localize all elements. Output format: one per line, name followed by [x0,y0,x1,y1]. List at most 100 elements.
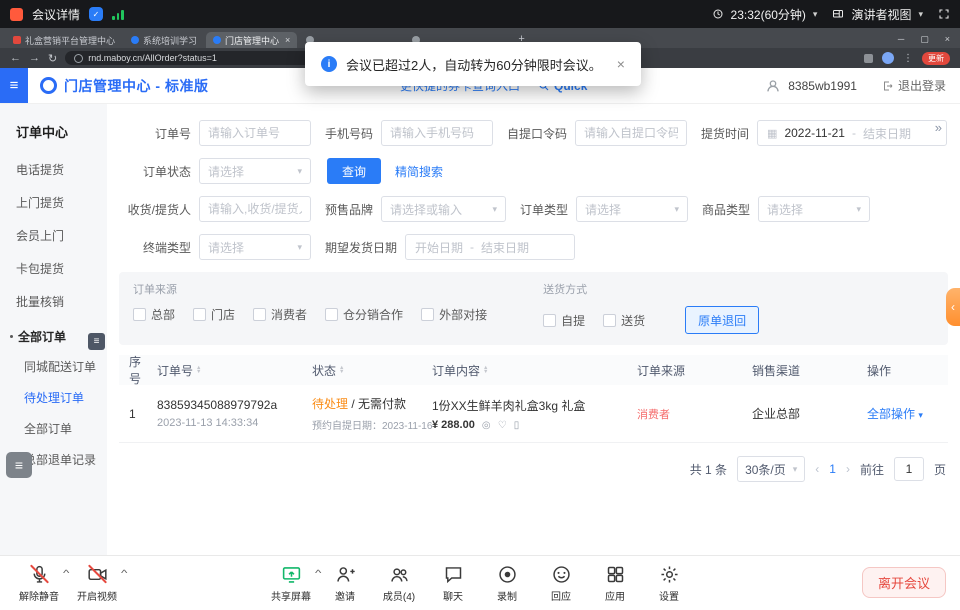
invite-button[interactable]: 邀请 [318,564,372,603]
leave-meeting-button[interactable]: 离开会议 [862,567,946,598]
logout-button[interactable]: 退出登录 [882,77,946,94]
sidebar-item-phone-pickup[interactable]: 电话提货 [0,153,107,186]
checkbox-distribution[interactable]: 仓分销合作 [325,306,403,323]
chevron-down-icon: ▾ [297,166,302,177]
all-actions-dropdown[interactable]: 全部操作 ▾ [867,407,923,421]
sidebar-item-batch-verify[interactable]: 批量核销 [0,285,107,318]
checkbox-external[interactable]: 外部对接 [421,306,487,323]
browser-update-button[interactable]: 更新 [922,52,950,65]
column-content[interactable]: 订单内容▲▼ [432,362,637,379]
page-number-current[interactable]: 1 [829,462,836,476]
sidebar-item-city-delivery-orders[interactable]: 同城配送订单 [0,351,107,382]
pagination: 共 1 条 30条/页 ▾ ‹ 1 › 前往 页 [119,456,948,482]
chat-label: 聊天 [443,588,463,603]
view-mode-button[interactable]: 演讲者视图 [851,6,911,23]
checkbox-consumer[interactable]: 消费者 [253,306,307,323]
column-status[interactable]: 状态▲▼ [312,362,432,379]
terminal-type-select[interactable]: 请选择 ▾ [199,234,311,260]
presale-brand-select[interactable]: 请选择或输入 ▾ [381,196,506,222]
pickup-code-input[interactable] [575,120,687,146]
members-button[interactable]: 成员(4) [372,564,426,603]
status-badge: 待处理 [312,397,348,411]
video-options-caret[interactable]: ^ [121,568,127,578]
chat-button[interactable]: 聊天 [426,564,480,603]
pickup-date-range[interactable]: ▦ 2022-11-21 - 结束日期 [757,120,947,146]
security-shield-icon[interactable]: ✓ [89,7,103,21]
shield-check-icon: ✓ [93,10,100,19]
refresh-button[interactable]: ↻ [48,52,57,65]
back-button[interactable]: ← [10,52,21,64]
order-no-input[interactable] [199,120,311,146]
sidebar-collapse-icon[interactable]: ≡ [88,333,105,350]
timer-caret-icon[interactable]: ▾ [813,9,818,20]
checkbox-delivery[interactable]: 送货 [603,312,645,329]
sidebar-item-card-pickup[interactable]: 卡包提货 [0,252,107,285]
browser-menu-icon[interactable]: ⋮ [903,53,913,64]
order-status-select[interactable]: 请选择 ▾ [199,158,311,184]
maximize-button[interactable]: ▢ [920,34,929,45]
unmute-button[interactable]: 解除静音 ^ [12,564,66,603]
ship-start-date: 开始日期 [415,239,463,256]
prev-page-button[interactable]: ‹ [815,462,819,476]
bullet-icon [10,335,13,338]
sidebar-item-member-visit[interactable]: 会员上门 [0,219,107,252]
floating-menu-button[interactable]: ≡ [6,452,32,478]
chevron-down-icon: ▾ [297,242,302,253]
search-button[interactable]: 查询 [327,158,381,184]
apps-button[interactable]: 应用 [588,564,642,603]
tab-close-icon[interactable]: × [285,35,290,45]
chevron-down-icon: ▾ [918,410,923,420]
receiver-input[interactable] [199,196,311,222]
filter-collapse-icon[interactable]: » [935,120,942,135]
browser-tab-training[interactable]: 系统培训学习 [124,32,204,48]
checkbox-store[interactable]: 门店 [193,306,235,323]
side-panel-pull-tab[interactable]: ‹ [946,288,960,326]
page-size-select[interactable]: 30条/页 ▾ [737,456,805,482]
forward-button[interactable]: → [29,52,40,64]
site-info-icon[interactable] [74,54,83,63]
app-menu-button[interactable]: ≡ [0,68,28,103]
sort-icon[interactable]: ▲▼ [339,366,344,375]
sort-icon[interactable]: ▲▼ [196,366,201,375]
browser-tab-store-center[interactable]: 门店管理中心 × [206,32,297,48]
reactions-button[interactable]: 回应 [534,564,588,603]
meeting-details-button[interactable]: 会议详情 [32,6,80,23]
sort-icon[interactable]: ▲▼ [483,366,488,375]
order-type-select[interactable]: 请选择 ▾ [576,196,688,222]
minimize-button[interactable]: ─ [898,34,904,44]
checkbox-hq[interactable]: 总部 [133,306,175,323]
settings-button[interactable]: 设置 [642,564,696,603]
mic-options-caret[interactable]: ^ [63,568,69,578]
toast-close-icon[interactable]: × [617,56,625,72]
goto-page-input[interactable] [894,457,924,481]
original-return-button[interactable]: 原单退回 [685,306,759,334]
simple-search-link[interactable]: 精简搜索 [395,163,443,180]
record-button[interactable]: 录制 [480,564,534,603]
checkbox-label: 总部 [151,306,175,323]
sidebar-item-door-pickup[interactable]: 上门提货 [0,186,107,219]
filter-row-1: 订单号 手机号码 自提口令码 提货时间 ▦ 2022-11-21 - 结束日期 [119,120,948,146]
browser-tab-giftbox[interactable]: 礼盒营销平台管理中心 [6,32,122,48]
browser-profile-avatar[interactable] [882,52,894,64]
share-screen-button[interactable]: 共享屏幕 ^ [264,564,318,603]
sidebar-item-all-orders[interactable]: 全部订单 [0,413,107,444]
order-type-label: 订单类型 [520,201,568,218]
meeting-toolbar: 解除静音 ^ 开启视频 ^ 共享屏幕 ^ [0,555,960,610]
fullscreen-icon[interactable] [938,8,950,20]
ship-date-range[interactable]: 开始日期 - 结束日期 [405,234,575,260]
order-no-text[interactable]: 83859345088979792a [157,398,306,412]
delivery-group: 送货方式 自提 送货 原单退回 [543,281,759,334]
microphone-icon [29,564,50,585]
goods-type-select[interactable]: 请选择 ▾ [758,196,870,222]
phone-input[interactable] [381,120,493,146]
start-video-button[interactable]: 开启视频 ^ [70,564,124,603]
chat-icon [443,564,464,585]
extension-icon[interactable] [864,54,873,63]
next-page-button[interactable]: › [846,462,850,476]
sidebar-item-pending-orders[interactable]: 待处理订单 [0,382,107,413]
column-order-no[interactable]: 订单号▲▼ [157,362,312,379]
checkbox-self-pickup[interactable]: 自提 [543,312,585,329]
close-window-button[interactable]: × [945,34,950,44]
chevron-down-icon: ▾ [793,464,798,475]
view-caret-icon[interactable]: ▾ [918,9,923,20]
